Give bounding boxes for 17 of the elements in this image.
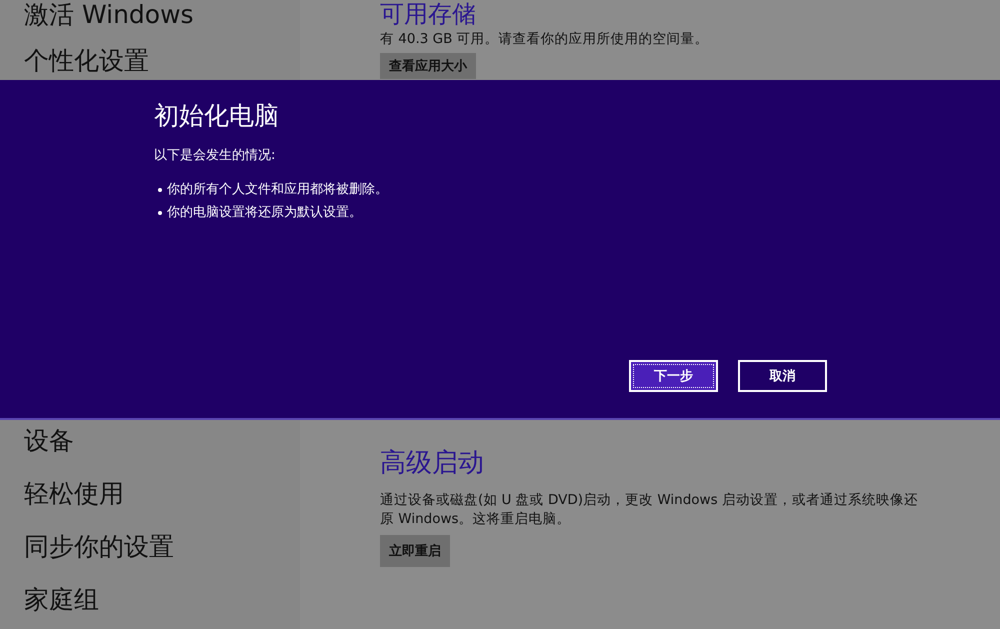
section-text: 通过设备或磁盘(如 U 盘或 DVD)启动，更改 Windows 启动设置，或者通过系统映像还原 Windows。这将重启电脑。 — [380, 491, 919, 529]
dialog-button[interactable]: 下一步 — [629, 360, 718, 392]
bullet-item: 你的电脑设置将还原为默认设置。 — [158, 201, 834, 224]
sidebar-item[interactable]: 同步你的设置 — [0, 520, 300, 573]
restart-now-button[interactable]: 立即重启 — [380, 535, 450, 567]
sidebar-item[interactable]: 轻松使用 — [0, 467, 300, 520]
view-app-sizes-button[interactable]: 查看应用大小 — [380, 53, 476, 79]
section-title: 高级启动 — [380, 447, 484, 480]
bullet-item: 你的所有个人文件和应用都将被删除。 — [158, 178, 834, 201]
dialog-text: 以下是会发生的情况: — [154, 147, 276, 164]
sidebar-item[interactable]: 个性化设置 — [0, 38, 300, 84]
dialog-button[interactable]: 取消 — [738, 360, 827, 392]
dialog-title: 初始化电脑 — [154, 100, 280, 132]
section-text: 有 40.3 GB 可用。请查看你的应用所使用的空间量。 — [380, 30, 709, 49]
sidebar-item[interactable]: 家庭组 — [0, 573, 300, 626]
section-title: 可用存储 — [380, 0, 476, 28]
sidebar-item[interactable]: 激活 Windows — [0, 0, 300, 38]
